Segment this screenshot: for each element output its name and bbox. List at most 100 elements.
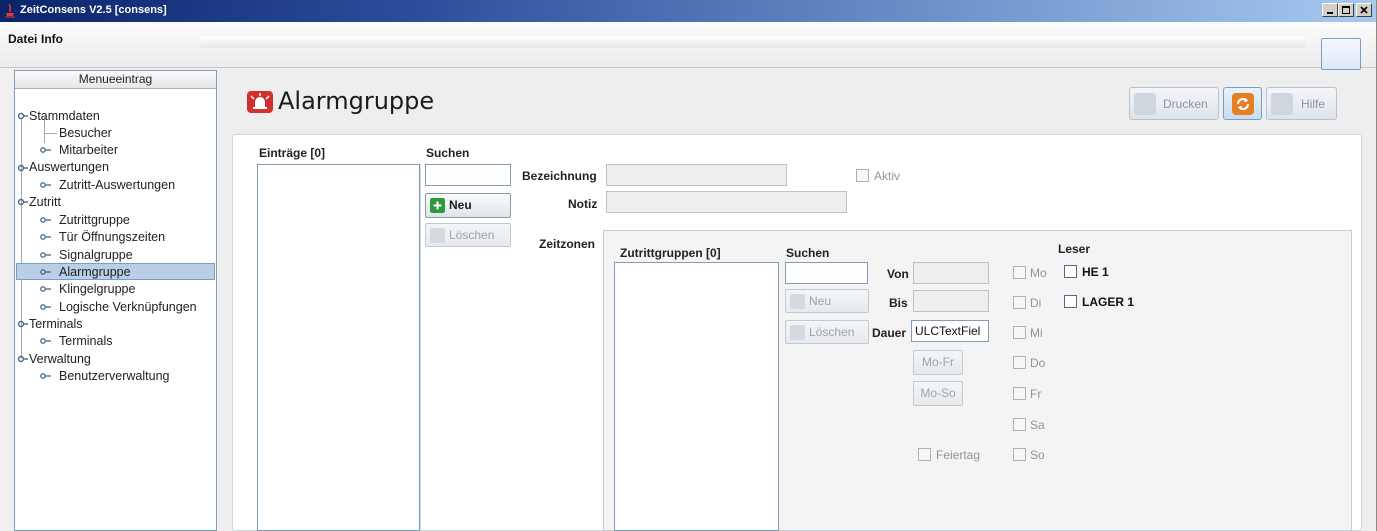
print-button[interactable]: Drucken — [1129, 87, 1219, 120]
tree-leaf-icon — [40, 373, 51, 379]
tree-header: Menueeintrag — [15, 71, 216, 89]
entries-list[interactable] — [257, 164, 420, 531]
tree-leaf-icon — [40, 234, 51, 240]
bezeichnung-label: Bezeichnung — [522, 169, 597, 183]
tree-item-besucher[interactable]: Besucher — [59, 125, 112, 142]
day-label-sa: Sa — [1030, 418, 1045, 432]
day-checkbox-mo[interactable] — [1013, 266, 1026, 279]
minimize-button[interactable] — [1322, 3, 1338, 17]
help-button[interactable]: Hilfe — [1266, 87, 1337, 120]
java-icon — [5, 3, 15, 18]
zeitzonen-search-input[interactable] — [785, 262, 868, 284]
day-label-so: So — [1030, 448, 1045, 462]
bis-input[interactable] — [913, 290, 989, 312]
alarm-icon — [247, 91, 273, 113]
tree-leaf-icon — [40, 269, 51, 275]
close-icon — [1360, 6, 1368, 14]
print-label: Drucken — [1163, 97, 1208, 111]
feiertag-checkbox[interactable] — [918, 448, 931, 461]
tree-item-zutritt[interactable]: Zutritt — [29, 194, 61, 211]
help-label: Hilfe — [1301, 97, 1326, 111]
tree-leaf-icon — [40, 147, 51, 153]
refresh-button[interactable] — [1223, 87, 1262, 120]
aktiv-checkbox[interactable] — [856, 169, 869, 182]
tree-leaf-icon — [40, 252, 51, 258]
window-title: ZeitConsens V2.5 [consens] — [20, 4, 167, 16]
tree-item-auswertungen[interactable]: Auswertungen — [29, 159, 109, 176]
mo-so-label: Mo-So — [920, 386, 956, 400]
zutrittgruppen-list[interactable] — [614, 262, 779, 531]
zeitzonen-new-button[interactable]: Neu — [785, 289, 869, 313]
tree-item-klingelgruppe[interactable]: Klingelgruppe — [59, 281, 135, 298]
tree-item-tuer-oeffnungszeiten[interactable]: Tür Öffnungszeiten — [59, 229, 165, 246]
tree-item-alarmgruppe[interactable]: Alarmgruppe — [59, 264, 131, 281]
mo-fr-button[interactable]: Mo-Fr — [913, 350, 963, 375]
new-entry-button[interactable]: Neu — [425, 193, 511, 218]
day-checkbox-fr[interactable] — [1013, 387, 1026, 400]
leser-header: Leser — [1058, 242, 1091, 256]
tree-node-icon — [17, 320, 28, 328]
tree-item-zutrittgruppe[interactable]: Zutrittgruppe — [59, 212, 130, 229]
zutrittgruppen-header: Zutrittgruppen [0] — [620, 246, 721, 260]
day-checkbox-di[interactable] — [1013, 296, 1026, 309]
notiz-input[interactable] — [606, 191, 847, 213]
menu-corner-button[interactable] — [1321, 38, 1361, 70]
delete-entry-button[interactable]: Löschen — [425, 223, 511, 247]
day-checkbox-so[interactable] — [1013, 448, 1026, 461]
leser-checkbox-he1[interactable] — [1064, 265, 1077, 278]
tree-leaf-icon — [40, 338, 51, 344]
tree-item-logische-verknuepfungen[interactable]: Logische Verknüpfungen — [59, 299, 197, 316]
day-label-mi: Mi — [1030, 326, 1043, 340]
menu-info[interactable]: Info — [41, 32, 63, 46]
entries-search-input[interactable] — [425, 164, 511, 186]
bezeichnung-input[interactable] — [606, 164, 787, 186]
leser-checkbox-lager1[interactable] — [1064, 295, 1077, 308]
help-icon — [1271, 93, 1293, 115]
menu-datei[interactable]: Datei — [8, 32, 37, 46]
title-bar[interactable]: ZeitConsens V2.5 [consens] — [0, 0, 1376, 22]
close-button[interactable] — [1356, 3, 1372, 17]
tree-item-benutzerverwaltung[interactable]: Benutzerverwaltung — [59, 368, 169, 385]
tree-item-terminals[interactable]: Terminals — [59, 333, 113, 350]
tree-item-mitarbeiter[interactable]: Mitarbeiter — [59, 142, 118, 159]
day-checkbox-do[interactable] — [1013, 356, 1026, 369]
maximize-button[interactable] — [1338, 3, 1354, 17]
zeitzonen-delete-button[interactable]: Löschen — [785, 320, 869, 344]
column-divider — [420, 164, 421, 531]
mo-fr-label: Mo-Fr — [922, 355, 954, 369]
leser-label-lager1: LAGER 1 — [1082, 295, 1135, 309]
tree-item-zutritt-auswertungen[interactable]: Zutritt-Auswertungen — [59, 177, 175, 194]
aktiv-label: Aktiv — [874, 169, 901, 183]
feiertag-label: Feiertag — [936, 448, 981, 462]
day-checkbox-mi[interactable] — [1013, 326, 1026, 339]
tree-item-signalgruppe[interactable]: Signalgruppe — [59, 247, 133, 264]
tree-node-icon — [17, 164, 28, 172]
dauer-label: Dauer — [872, 326, 907, 340]
add-icon — [430, 198, 445, 213]
menu-strip — [200, 36, 1306, 48]
notiz-label: Notiz — [568, 197, 598, 211]
delete-icon — [790, 325, 805, 340]
tree-connector — [44, 133, 57, 134]
day-label-mo: Mo — [1030, 266, 1047, 280]
day-label-do: Do — [1030, 356, 1046, 370]
von-label: Von — [887, 267, 909, 281]
new-entry-label: Neu — [449, 198, 472, 212]
tree-leaf-icon — [40, 286, 51, 292]
entries-search-label: Suchen — [426, 146, 470, 160]
day-checkbox-sa[interactable] — [1013, 418, 1026, 431]
tree-node-icon — [17, 198, 28, 206]
tree-item-verwaltung[interactable]: Verwaltung — [29, 351, 91, 368]
page-title: Alarmgruppe — [278, 87, 435, 115]
tree-item-stammdaten[interactable]: Stammdaten — [29, 108, 100, 125]
mo-so-button[interactable]: Mo-So — [913, 381, 963, 406]
tree-node-icon — [17, 355, 28, 363]
delete-entry-label: Löschen — [449, 228, 495, 242]
dauer-input[interactable] — [911, 320, 989, 342]
leser-label-he1: HE 1 — [1082, 265, 1109, 279]
von-input[interactable] — [913, 262, 989, 284]
entries-header: Einträge [0] — [259, 146, 326, 160]
app-window: ZeitConsens V2.5 [consens] Datei Info Me… — [0, 0, 1377, 531]
tree-item-terminals-group[interactable]: Terminals — [29, 316, 83, 333]
zeitzonen-label: Zeitzonen — [539, 237, 595, 251]
